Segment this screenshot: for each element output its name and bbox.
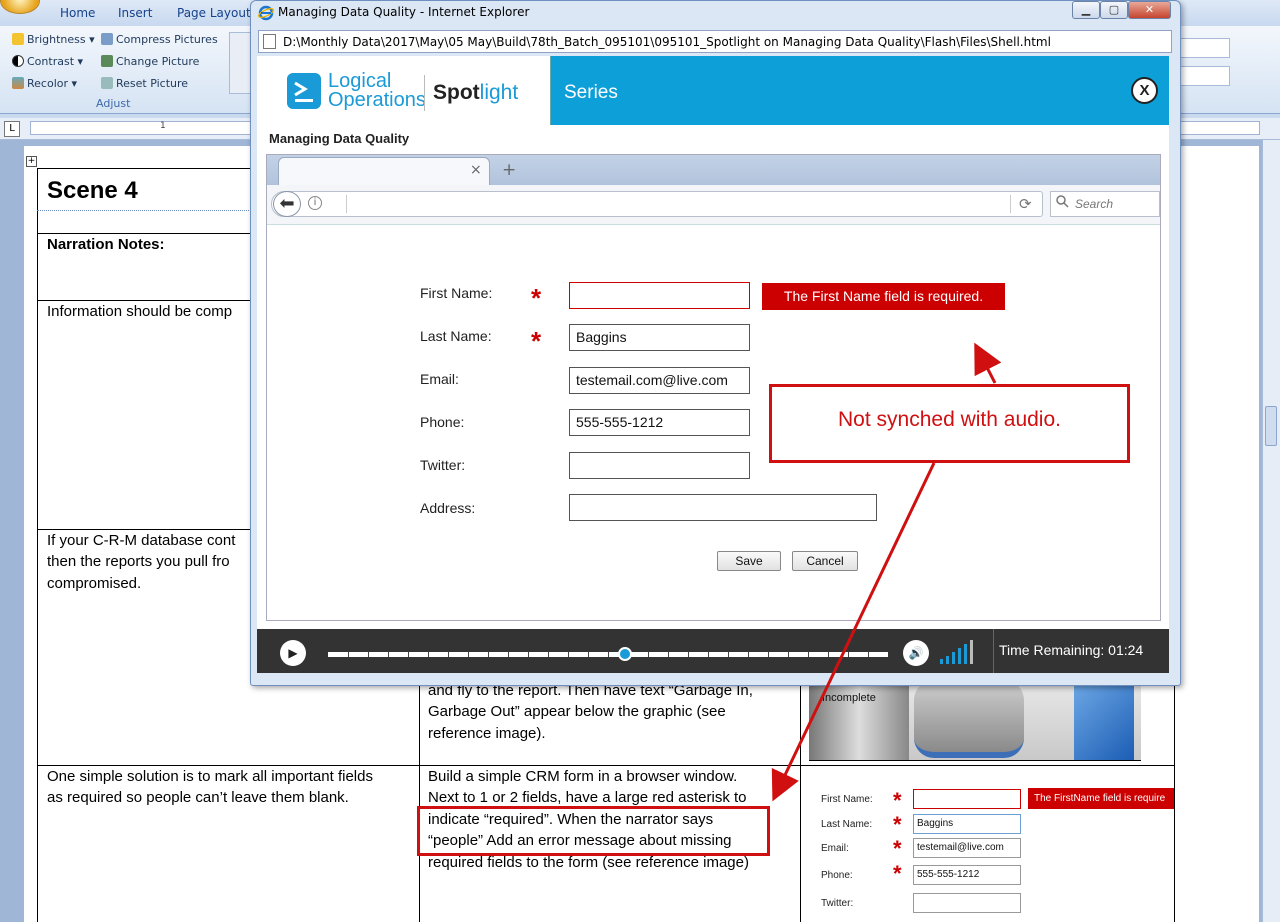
arrow-to-note — [771, 462, 936, 802]
highlight-box — [417, 806, 770, 856]
callout-text: Not synched with audio. — [838, 408, 1061, 431]
arrow-to-error — [974, 342, 1002, 384]
